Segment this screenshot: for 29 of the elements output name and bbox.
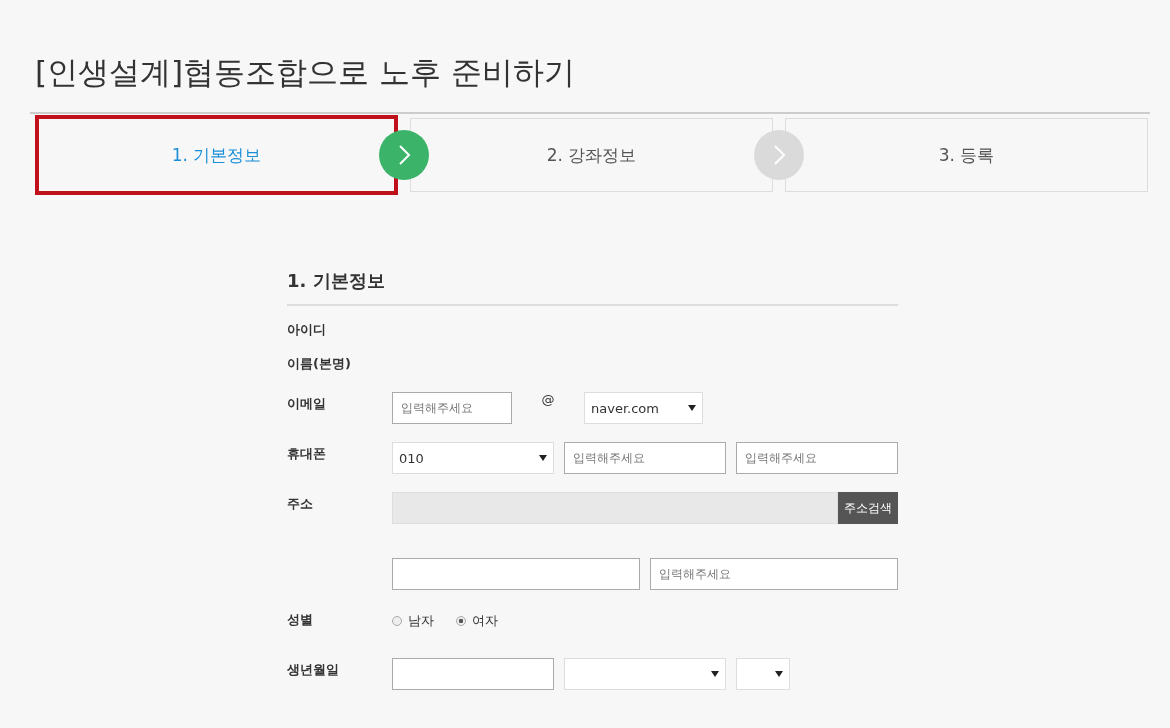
caret-icon: [711, 671, 719, 677]
input-field[interactable]: 입력해주세요: [650, 558, 898, 590]
address-search-button[interactable]: 주소검색: [838, 492, 898, 524]
field-label: 이메일: [287, 396, 326, 411]
step-tab[interactable]: 3. 등록: [938, 143, 995, 167]
dropdown[interactable]: 010: [392, 442, 554, 474]
radio-option[interactable]: 여자: [456, 612, 498, 630]
at-sign: @: [540, 392, 556, 407]
input-field[interactable]: [392, 558, 640, 590]
page-title: [인생설계]협동조합으로 노후 준비하기: [35, 53, 576, 92]
dropdown[interactable]: [564, 658, 726, 690]
field-label: 아이디: [287, 322, 326, 337]
caret-icon: [688, 405, 696, 411]
radio-option[interactable]: 남자: [392, 612, 434, 630]
input-field[interactable]: 입력해주세요: [736, 442, 898, 474]
dropdown[interactable]: naver.com: [584, 392, 703, 424]
caret-icon: [775, 671, 783, 677]
field-label: 주소: [287, 496, 313, 511]
field-label: 이름(본명): [287, 356, 351, 371]
caret-icon: [539, 455, 547, 461]
input-field[interactable]: 입력해주세요: [392, 392, 512, 424]
field-label: 생년월일: [287, 662, 339, 677]
dropdown[interactable]: [736, 658, 790, 690]
step-tab[interactable]: 2. 강좌정보: [546, 143, 637, 167]
input-field[interactable]: [392, 658, 554, 690]
field-label: 성별: [287, 612, 313, 627]
section-title: 1. 기본정보: [287, 269, 898, 306]
field-label: 휴대폰: [287, 446, 326, 461]
input-field[interactable]: 입력해주세요: [564, 442, 726, 474]
